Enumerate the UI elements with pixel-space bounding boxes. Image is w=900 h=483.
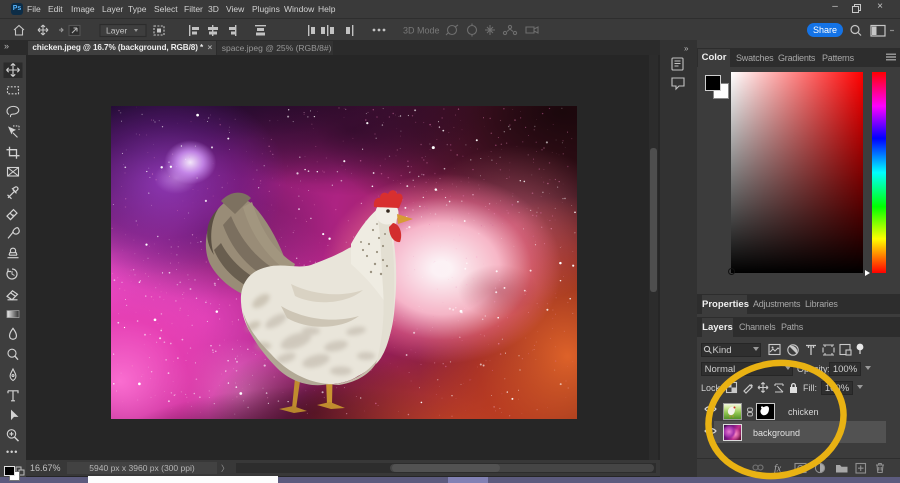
svg-text:Layer: Layer bbox=[106, 26, 127, 36]
svg-text:3D Mode: 3D Mode bbox=[403, 26, 440, 36]
